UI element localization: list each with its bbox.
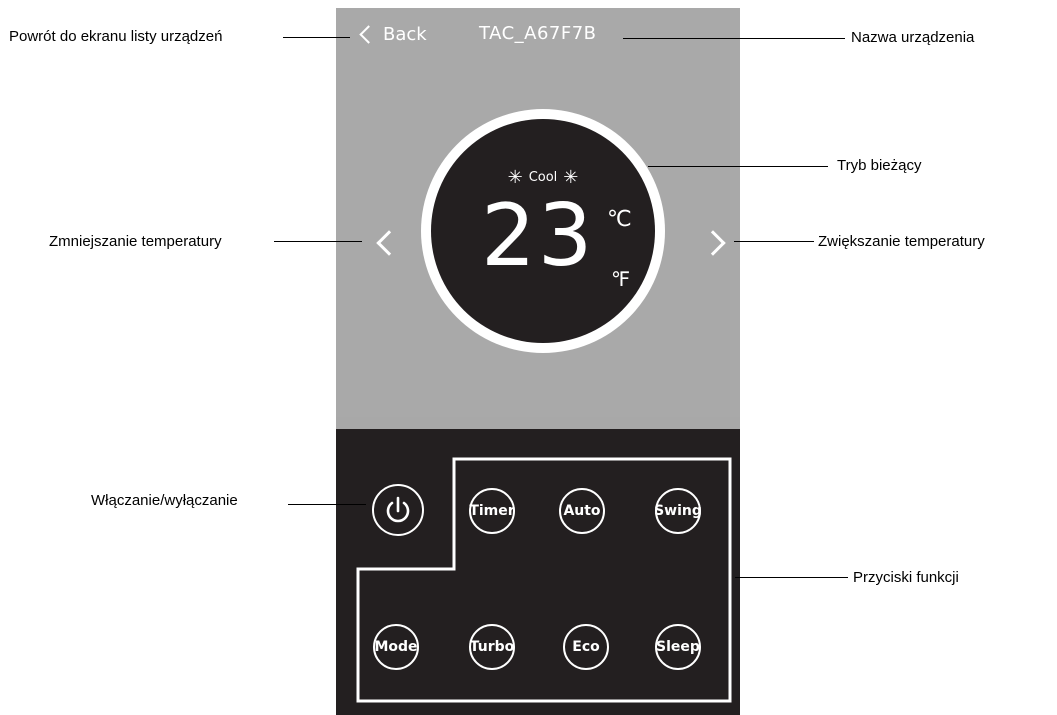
power-icon <box>386 496 410 523</box>
auto-button[interactable]: Auto <box>559 488 605 534</box>
unit-fahrenheit[interactable]: ℉ <box>611 267 630 291</box>
leader-line <box>648 166 828 167</box>
top-panel: Back TAC_A67F7B ✳ Cool ✳ 23 ℃ ℉ <box>336 8 740 417</box>
unit-celsius[interactable]: ℃ <box>607 207 632 232</box>
ac-control-screen: Back TAC_A67F7B ✳ Cool ✳ 23 ℃ ℉ Timer Au… <box>336 8 740 715</box>
callout-back: Powrót do ekranu listy urządzeń <box>9 28 223 45</box>
callout-device-name: Nazwa urządzenia <box>851 29 975 46</box>
dial-face: ✳ Cool ✳ 23 ℃ ℉ <box>431 119 655 343</box>
decrease-temperature-button[interactable] <box>376 230 402 256</box>
mode-button[interactable]: Mode <box>373 624 419 670</box>
callout-decrease: Zmniejszanie temperatury <box>49 233 222 250</box>
sleep-button[interactable]: Sleep <box>655 624 701 670</box>
leader-line <box>288 504 366 505</box>
turbo-button[interactable]: Turbo <box>469 624 515 670</box>
snowflake-icon: ✳ <box>563 167 579 188</box>
eco-button[interactable]: Eco <box>563 624 609 670</box>
back-label: Back <box>383 24 427 45</box>
increase-temperature-button[interactable] <box>700 230 726 256</box>
current-mode: ✳ Cool ✳ <box>431 167 655 188</box>
control-panel: Timer Auto Swing Mode Turbo Eco Sleep <box>336 429 740 715</box>
back-button[interactable]: Back <box>358 24 427 45</box>
leader-line <box>274 241 362 242</box>
callout-function-buttons: Przyciski funkcji <box>853 569 959 586</box>
temperature-value: 23 <box>481 186 595 286</box>
snowflake-icon: ✳ <box>507 167 523 188</box>
swing-button[interactable]: Swing <box>654 488 702 534</box>
power-button[interactable] <box>372 484 424 536</box>
temperature-dial: ✳ Cool ✳ 23 ℃ ℉ <box>421 109 665 353</box>
callout-increase: Zwiększanie temperatury <box>818 233 985 250</box>
leader-line <box>734 241 814 242</box>
device-name: TAC_A67F7B <box>479 23 597 44</box>
timer-button[interactable]: Timer <box>469 488 515 534</box>
function-buttons-outline <box>356 457 732 703</box>
chevron-left-icon <box>359 25 378 44</box>
leader-line <box>283 37 350 38</box>
callout-power: Włączanie/wyłączanie <box>91 492 238 509</box>
callout-current-mode: Tryb bieżący <box>837 157 922 174</box>
mode-text: Cool <box>528 170 558 185</box>
leader-line <box>623 38 845 39</box>
leader-line <box>735 577 848 578</box>
